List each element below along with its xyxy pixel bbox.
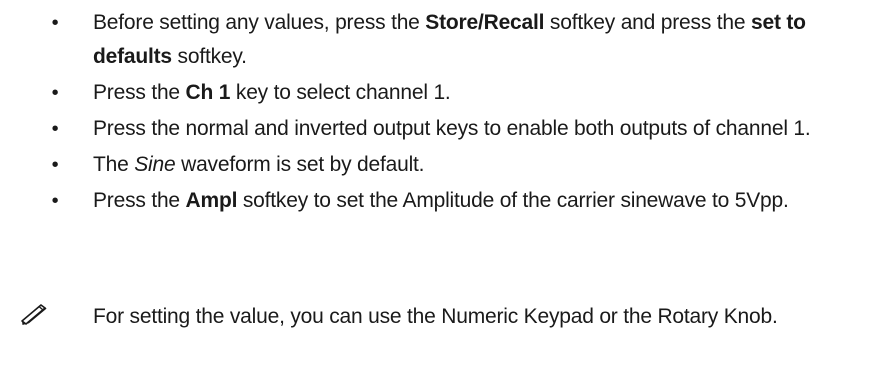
text-run: The: [93, 153, 135, 176]
text-run: Press the: [93, 81, 186, 104]
key-name: Ampl: [185, 189, 238, 212]
note-block: For setting the value, you can use the N…: [0, 300, 887, 380]
text-run: Press the normal and inverted output key…: [93, 117, 811, 140]
note-text: For setting the value, you can use the N…: [93, 305, 778, 328]
key-name: Store/Recall: [425, 11, 545, 34]
text-run: Before setting any values, press the: [93, 11, 426, 34]
text-run: softkey.: [171, 45, 247, 68]
bullet-marker: •: [51, 154, 59, 176]
text-run: waveform is set by default.: [175, 153, 425, 176]
instruction-list: • Before setting any values, press the St…: [47, 6, 877, 220]
list-item: • Press the normal and inverted output ke…: [47, 112, 877, 146]
text-run: Press the: [93, 189, 186, 212]
document-page: • Before setting any values, press the St…: [0, 0, 887, 386]
text-run: softkey and press the: [544, 11, 751, 34]
list-item: • The Sine waveform is set by default.: [47, 148, 877, 182]
list-item: • Press the Ampl softkey to set the Ampli…: [47, 184, 877, 218]
list-item: • Before setting any values, press the St…: [47, 6, 877, 74]
key-name: Ch 1: [185, 81, 231, 104]
emphasis-text: Sine: [134, 153, 176, 176]
bullet-marker: •: [51, 118, 59, 140]
text-run: key to select channel 1.: [230, 81, 451, 104]
bullet-marker: •: [51, 12, 59, 34]
bullet-marker: •: [51, 82, 59, 104]
list-item: • Press the Ch 1 key to select channel 1.: [47, 76, 877, 110]
bullet-marker: •: [51, 190, 59, 212]
pencil-note-icon: [21, 304, 47, 325]
text-run: softkey to set the Amplitude of the carr…: [237, 189, 789, 212]
